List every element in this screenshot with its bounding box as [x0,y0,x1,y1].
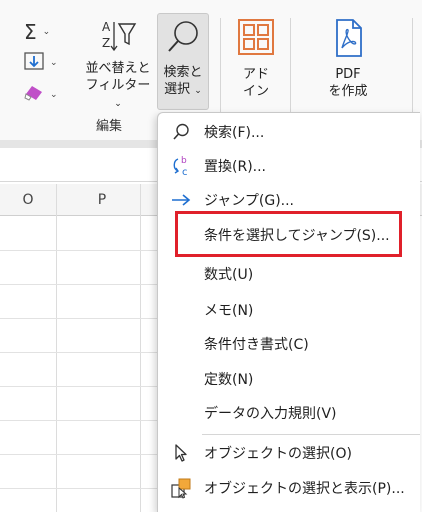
addin-label-2: イン [242,84,269,99]
column-divider [140,184,141,512]
eraser-icon [24,84,44,106]
row-divider [0,386,160,387]
row-divider [0,318,160,319]
addin-button[interactable]: アド イン [228,18,284,100]
menu-item-label: データの入力規則(V) [204,406,337,422]
search-icon [158,115,204,149]
sort-filter-icon: A Z [82,16,154,60]
menu-item-label: ジャンプ(G)... [204,193,295,209]
find-select-label-1: 検索と [163,65,203,80]
magnifier-icon [158,14,208,64]
row-divider [0,454,160,455]
pdf-label-2: を作成 [328,84,368,99]
menu-item-label: 条件を選択してジャンプ(S)... [204,228,390,244]
find-select-label-2: 選択 ⌄ [164,82,202,97]
row-divider [0,284,160,285]
menu-item-conditional-formatting[interactable]: 条件付き書式(C) [158,327,421,361]
svg-text:b: b [181,156,187,166]
fill-down-icon [24,52,44,74]
column-header-p[interactable]: P [72,184,132,216]
cursor-arrow-icon [158,436,204,470]
chevron-down-icon: ⌄ [42,27,51,37]
menu-separator [202,434,420,435]
menu-item-replace[interactable]: b c 置換(R)... [158,149,421,183]
row-divider [0,352,160,353]
autosum-button[interactable]: Σ ⌄ [24,22,50,42]
clear-button[interactable]: ⌄ [24,84,58,106]
menu-item-goto[interactable]: ジャンプ(G)... [158,183,421,217]
addin-grid-icon [228,18,284,66]
sigma-icon: Σ [24,20,37,44]
svg-text:c: c [182,167,188,177]
chevron-down-icon: ⌄ [194,86,202,96]
selection-pane-icon [158,471,204,505]
sort-filter-label-1: 並べ替えと [85,61,151,76]
menu-item-data-validation[interactable]: データの入力規則(V) [158,396,421,430]
replace-icon: b c [158,149,204,183]
find-select-button[interactable]: 検索と 選択 ⌄ [157,13,209,110]
pdf-document-icon [312,18,384,66]
menu-item-select-objects[interactable]: オブジェクトの選択(O) [158,436,421,470]
menu-item-label: 置換(R)... [204,159,267,175]
sort-filter-label-2: フィルター ⌄ [85,78,151,109]
column-header-o[interactable]: O [0,184,56,216]
editing-group-label: 編集 [96,119,123,134]
row-divider [0,488,160,489]
menu-item-selection-pane[interactable]: オブジェクトの選択と表示(P)... [158,471,421,505]
menu-item-label: 条件付き書式(C) [204,337,309,353]
menu-item-notes[interactable]: メモ(N) [158,293,421,327]
sort-filter-button[interactable]: A Z 並べ替えと フィルター ⌄ [82,16,154,113]
svg-text:Z: Z [102,36,110,50]
column-divider [56,184,57,512]
find-select-menu: 検索(F)... b c 置換(R)... ジャンプ(G)... 条件を選択して… [157,112,420,512]
menu-item-label: オブジェクトの選択と表示(P)... [204,481,405,497]
row-divider [0,420,160,421]
addin-label-1: アド [242,67,269,82]
ribbon-separator [412,18,413,118]
menu-item-formulas[interactable]: 数式(U) [158,257,421,291]
menu-item-label: オブジェクトの選択(O) [204,446,352,462]
chevron-down-icon: ⌄ [114,99,122,109]
ribbon-separator [290,18,291,118]
menu-item-goto-special[interactable]: 条件を選択してジャンプ(S)... [158,218,421,252]
svg-text:A: A [102,20,111,34]
menu-item-label: 数式(U) [204,267,254,283]
arrow-right-icon [158,183,204,217]
fill-button[interactable]: ⌄ [24,52,58,74]
menu-item-label: 検索(F)... [204,125,265,141]
chevron-down-icon: ⌄ [50,90,58,100]
menu-item-label: 定数(N) [204,372,254,388]
chevron-down-icon: ⌄ [50,58,58,68]
menu-item-find[interactable]: 検索(F)... [158,115,421,149]
pdf-label-1: PDF [335,67,361,82]
menu-item-constants[interactable]: 定数(N) [158,362,421,396]
row-divider [0,250,160,251]
create-pdf-button[interactable]: PDF を作成 [312,18,384,100]
menu-item-label: メモ(N) [204,303,254,319]
ribbon-separator [220,18,221,118]
